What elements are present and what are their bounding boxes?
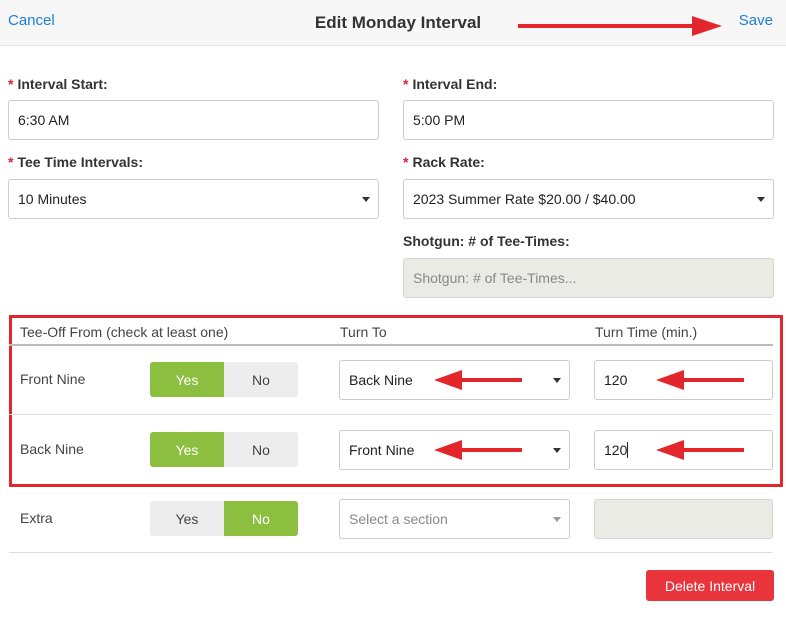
back-nine-toggle[interactable]: Yes No — [150, 432, 298, 467]
extra-turn-to-placeholder: Select a section — [349, 511, 448, 527]
annotation-arrow-back-turn-time — [656, 440, 744, 460]
tee-time-intervals-select[interactable]: 10 Minutes — [8, 179, 379, 219]
rack-rate-select[interactable]: 2023 Summer Rate $20.00 / $40.00 — [403, 179, 774, 219]
front-nine-turn-to-value: Back Nine — [349, 372, 413, 388]
annotation-arrow-front-turn-to — [434, 370, 522, 390]
caret-down-icon — [553, 448, 561, 453]
front-nine-toggle[interactable]: Yes No — [150, 362, 298, 397]
extra-no-option[interactable]: No — [224, 501, 298, 536]
front-nine-no-option[interactable]: No — [224, 362, 298, 397]
interval-end-input[interactable]: 5:00 PM — [403, 100, 774, 140]
back-nine-no-option[interactable]: No — [224, 432, 298, 467]
tee-time-intervals-value: 10 Minutes — [18, 191, 87, 207]
back-nine-yes-option[interactable]: Yes — [150, 432, 224, 467]
row-divider — [9, 414, 773, 415]
column-header-tee-off-from: Tee-Off From (check at least one) — [20, 324, 229, 340]
rack-rate-label: * Rack Rate: — [403, 154, 485, 170]
interval-end-label: * Interval End: — [403, 76, 498, 92]
extra-yes-option[interactable]: Yes — [150, 501, 224, 536]
interval-start-input[interactable]: 6:30 AM — [8, 100, 379, 140]
extra-turn-time-input[interactable] — [594, 499, 773, 539]
interval-start-label: * Interval Start: — [8, 76, 108, 92]
caret-down-icon — [553, 378, 561, 383]
table-header-divider — [9, 344, 773, 346]
row-label-front-nine: Front Nine — [20, 371, 86, 387]
annotation-arrow-save — [518, 16, 722, 36]
tee-time-intervals-label: * Tee Time Intervals: — [8, 154, 143, 170]
rack-rate-value: 2023 Summer Rate $20.00 / $40.00 — [413, 191, 636, 207]
back-nine-turn-time-value: 120 — [604, 442, 628, 458]
caret-down-icon — [757, 197, 765, 202]
extra-turn-to-select[interactable]: Select a section — [339, 499, 570, 539]
shotgun-label: Shotgun: # of Tee-Times: — [403, 233, 570, 249]
caret-down-icon — [362, 197, 370, 202]
save-button[interactable]: Save — [739, 12, 773, 29]
column-header-turn-to: Turn To — [340, 324, 387, 340]
back-nine-turn-to-value: Front Nine — [349, 442, 415, 458]
annotation-arrow-back-turn-to — [434, 440, 522, 460]
text-cursor — [627, 442, 629, 458]
front-nine-yes-option[interactable]: Yes — [150, 362, 224, 397]
delete-interval-button[interactable]: Delete Interval — [646, 570, 774, 601]
column-header-turn-time: Turn Time (min.) — [595, 324, 698, 340]
caret-down-icon — [553, 517, 561, 522]
row-label-extra: Extra — [20, 510, 53, 526]
extra-toggle[interactable]: Yes No — [150, 501, 298, 536]
row-divider — [9, 552, 773, 553]
annotation-arrow-front-turn-time — [656, 370, 744, 390]
shotgun-input[interactable]: Shotgun: # of Tee-Times... — [403, 258, 774, 298]
row-label-back-nine: Back Nine — [20, 441, 84, 457]
